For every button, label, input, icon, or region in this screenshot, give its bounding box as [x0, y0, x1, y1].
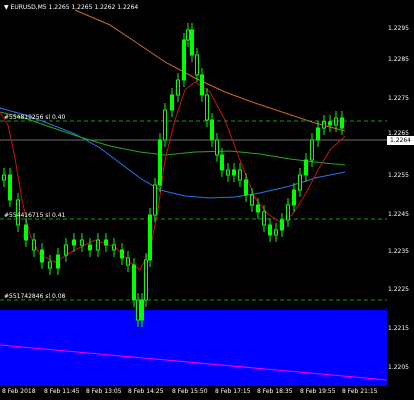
- candle-body: [328, 121, 332, 126]
- candle-body: [186, 29, 190, 41]
- symbol-label: EURUSD,M5: [10, 4, 47, 11]
- time-tick: 8 Feb 21:15: [342, 388, 378, 395]
- order-label-3[interactable]: #551742846 sl 0.08: [4, 293, 65, 300]
- candle-body: [88, 244, 92, 251]
- candle-body: [182, 39, 186, 81]
- candle-body: [144, 259, 148, 301]
- ma-orange-line: [74, 9, 346, 132]
- candle-body: [322, 121, 326, 129]
- candle-body: [210, 119, 214, 141]
- candle-body: [340, 117, 344, 129]
- candle-body: [310, 139, 314, 161]
- candle-body: [250, 194, 254, 206]
- candle-body: [280, 219, 284, 231]
- price-tick: 1.2295: [388, 25, 409, 32]
- candle-body: [40, 249, 44, 263]
- price-tick: 1.2245: [388, 211, 409, 218]
- candle-body: [268, 224, 272, 236]
- candle-body: [80, 239, 84, 246]
- price-tick: 1.2285: [388, 56, 409, 63]
- candle-body: [215, 139, 219, 156]
- candle-body: [148, 214, 152, 261]
- candle-body: [298, 174, 302, 191]
- candle-body: [226, 169, 230, 176]
- time-tick: 8 Feb 18:35: [257, 388, 293, 395]
- candle-body: [256, 204, 260, 213]
- candle-body: [2, 174, 6, 181]
- candle-body: [158, 139, 162, 186]
- order-label-1[interactable]: #554819256 sl 0.40: [4, 114, 65, 121]
- price-tick: 1.2225: [388, 286, 409, 293]
- candle-body: [238, 169, 242, 181]
- candle-body: [56, 254, 60, 269]
- candle-body: [64, 244, 68, 256]
- chart-header: ▼ EURUSD,M5 1.2265 1.2265 1.2262 1.2264: [4, 4, 138, 11]
- candle-body: [8, 174, 12, 201]
- candle-body: [316, 127, 320, 141]
- price-chart[interactable]: [0, 0, 414, 400]
- candle-body: [48, 261, 52, 269]
- time-tick: 8 Feb 17:15: [215, 388, 251, 395]
- candle-body: [274, 229, 278, 236]
- candle-body: [132, 264, 136, 301]
- price-tick: 1.2205: [388, 364, 409, 371]
- price-tick: 1.2275: [388, 95, 409, 102]
- candle-body: [200, 74, 204, 96]
- candle-body: [232, 169, 236, 176]
- triangle-down-icon[interactable]: ▼: [4, 4, 9, 11]
- candle-body: [195, 54, 199, 76]
- candle-body: [104, 239, 108, 246]
- time-tick: 8 Feb 14:25: [128, 388, 164, 395]
- time-tick: 8 Feb 13:05: [86, 388, 122, 395]
- candle-body: [24, 224, 28, 241]
- candle-body: [262, 211, 266, 226]
- candle-body: [220, 154, 224, 171]
- candle-series: [2, 23, 344, 327]
- candle-body: [176, 79, 180, 96]
- candle-body: [304, 159, 308, 176]
- price-tick: 1.2255: [388, 172, 409, 179]
- candle-body: [140, 299, 144, 321]
- order-label-2[interactable]: #554416715 sl 0.41: [4, 212, 65, 219]
- candle-body: [334, 117, 338, 126]
- candle-body: [292, 189, 296, 206]
- time-tick: 8 Feb 2018: [2, 388, 36, 395]
- candle-body: [112, 244, 116, 251]
- candle-body: [205, 94, 209, 121]
- current-price-badge: 1.2264: [387, 136, 414, 145]
- candle-body: [170, 94, 174, 111]
- candle-body: [96, 239, 100, 251]
- candle-body: [286, 204, 290, 221]
- candle-body: [153, 184, 157, 216]
- candle-body: [72, 239, 76, 246]
- time-tick: 8 Feb 19:55: [300, 388, 336, 395]
- candle-body: [190, 29, 194, 56]
- candle-body: [32, 239, 36, 251]
- candle-body: [136, 299, 140, 321]
- candle-body: [120, 249, 124, 259]
- time-tick: 8 Feb 15:50: [172, 388, 208, 395]
- time-tick: 8 Feb 11:45: [44, 388, 80, 395]
- price-tick: 1.2235: [388, 248, 409, 255]
- price-tick: 1.2215: [388, 325, 409, 332]
- candle-body: [163, 109, 167, 141]
- candle-body: [244, 179, 248, 196]
- candle-body: [126, 257, 130, 266]
- ohlc-label: 1.2265 1.2265 1.2262 1.2264: [48, 4, 139, 11]
